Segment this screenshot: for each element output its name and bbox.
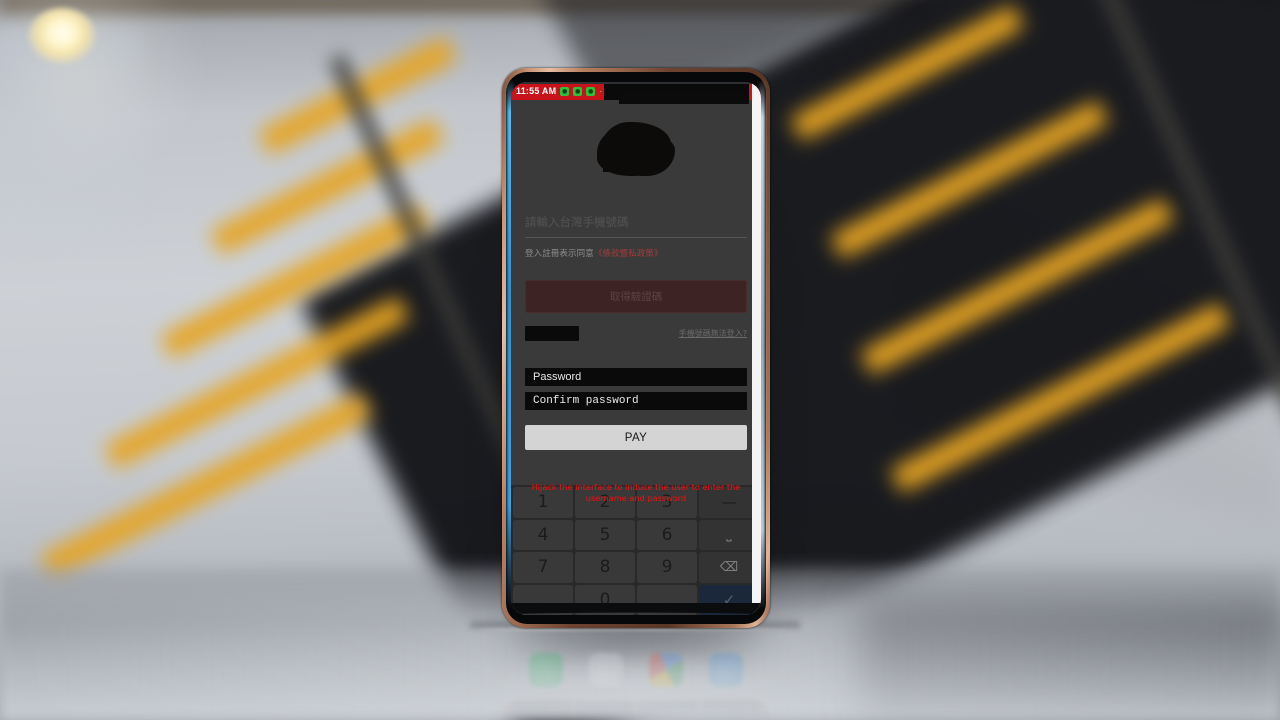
key-5[interactable]: 5 xyxy=(575,519,635,550)
key-backspace-label: ⌫ xyxy=(719,559,739,575)
status-bar-redaction-lower xyxy=(619,93,749,104)
key-6-label: 6 xyxy=(661,524,673,545)
key-9[interactable]: 9 xyxy=(637,552,697,583)
get-verification-code-button[interactable]: 取得驗證碼 xyxy=(525,280,747,313)
screen-right-white-band xyxy=(752,82,761,615)
ceiling-lamp-icon xyxy=(28,8,96,64)
green-badge-icon: ● xyxy=(586,86,596,96)
key-4[interactable]: 4 xyxy=(513,519,573,550)
app-logo-area xyxy=(525,100,747,196)
key-7-label: 7 xyxy=(537,557,549,578)
key-4-label: 4 xyxy=(537,524,549,545)
cannot-login-link[interactable]: 手機號碼無法登入? xyxy=(679,328,747,339)
password-field[interactable]: Password xyxy=(525,368,747,386)
warning-annotation: Hijack the interface to induce the user … xyxy=(531,482,741,503)
key-6[interactable]: 6 xyxy=(637,519,697,550)
phone-number-field[interactable]: 請輸入台灣手機號碼 xyxy=(525,212,747,238)
key-7[interactable]: 7 xyxy=(513,552,573,583)
green-badge-icon: ● xyxy=(573,86,583,96)
status-bar-icons: ● ● ● xyxy=(560,86,596,96)
scene-background: 11:55 AM ● ● ● · 請輸入台灣手機號碼 登入註冊表示同意《條款暨私… xyxy=(0,0,1280,720)
key-5-label: 5 xyxy=(599,524,611,545)
phone-number-underline xyxy=(525,237,747,238)
redacted-chip xyxy=(525,325,579,341)
status-bar-clock: 11:55 AM xyxy=(516,86,557,96)
phone-device: 11:55 AM ● ● ● · 請輸入台灣手機號碼 登入註冊表示同意《條款暨私… xyxy=(486,68,786,658)
status-separator-dot: · xyxy=(599,85,603,96)
reflection-sheen xyxy=(502,632,770,720)
key-backspace[interactable]: ⌫ xyxy=(699,552,759,583)
phone-screen: 11:55 AM ● ● ● · 請輸入台灣手機號碼 登入註冊表示同意《條款暨私… xyxy=(511,82,761,615)
key-enter-label: ✓ xyxy=(722,590,736,609)
pay-button[interactable]: PAY xyxy=(525,425,747,450)
password-field-placeholder: Password xyxy=(533,371,582,383)
key-comma-label: , xyxy=(540,589,546,610)
confirm-password-field[interactable]: Confirm password xyxy=(525,392,747,410)
phone-number-placeholder: 請輸入台灣手機號碼 xyxy=(525,215,629,229)
key-space-label: ⎵ xyxy=(726,527,732,543)
key-8-label: 8 xyxy=(599,557,611,578)
phone-table-reflection: 10.✓489⌫ xyxy=(502,632,770,720)
key-period-label: . xyxy=(664,589,670,610)
green-badge-icon: ● xyxy=(560,86,570,96)
agreement-policy-link[interactable]: 《條款暨私政策》 xyxy=(594,249,663,259)
key-space[interactable]: ⎵ xyxy=(699,519,759,550)
secondary-actions-row: 手機號碼無法登入? xyxy=(525,322,747,344)
agreement-prefix: 登入註冊表示同意 xyxy=(525,249,594,259)
key-enter[interactable]: ✓ xyxy=(699,584,759,615)
confirm-password-field-placeholder: Confirm password xyxy=(533,395,639,407)
key-0-label: 0 xyxy=(599,589,611,610)
key-9-label: 9 xyxy=(661,557,673,578)
redacted-logo-icon xyxy=(601,122,671,174)
agreement-text: 登入註冊表示同意《條款暨私政策》 xyxy=(525,247,747,259)
key-period[interactable]: . xyxy=(637,584,697,615)
numeric-keypad[interactable]: 1 2 3—4 5 6 ⎵ 7 8 9 ⌫, 0. ✓ xyxy=(511,485,761,615)
screen-top-edge xyxy=(511,82,761,84)
key-0[interactable]: 0 xyxy=(575,584,635,615)
key-comma[interactable]: , xyxy=(513,584,573,615)
key-8[interactable]: 8 xyxy=(575,552,635,583)
